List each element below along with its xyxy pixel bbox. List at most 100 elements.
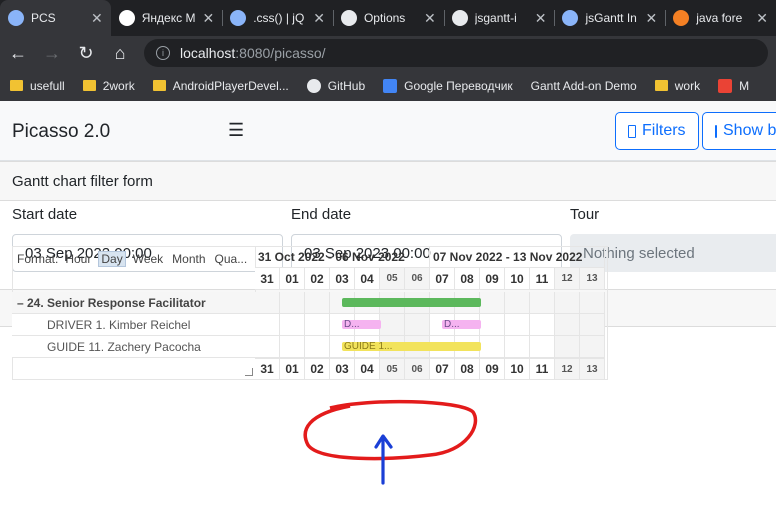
bookmark-item[interactable]: usefull [10, 79, 65, 93]
show-button-label: Show b [723, 122, 776, 139]
gantt-grid-cell [480, 314, 505, 336]
gantt-day-header: 13 [580, 268, 605, 290]
close-tab-icon[interactable]: ✕ [202, 10, 214, 27]
gantt-day-header: 08 [455, 268, 480, 290]
format-option-qua[interactable]: Qua... [213, 252, 250, 266]
gantt-task-bar[interactable]: GUIDE 1... [342, 342, 481, 351]
bookmark-label: Gantt Add-on Demo [530, 78, 637, 93]
gantt-grid-cell [555, 292, 580, 314]
close-tab-icon[interactable]: ✕ [756, 10, 768, 27]
gantt-grid-cell [305, 292, 330, 314]
gantt-day-header: 08 [455, 358, 480, 380]
browser-tab[interactable]: java fore ✕ [665, 0, 776, 36]
info-icon[interactable]: i [156, 46, 170, 60]
close-tab-icon[interactable]: ✕ [91, 10, 103, 27]
bookmark-label: GitHub [327, 78, 366, 93]
gantt-grid-cell [255, 314, 280, 336]
filters-button-label: Filters [642, 122, 686, 139]
gantt-week-header: 31 Oct 2022 - 06 Nov 2022 [255, 246, 430, 268]
format-option-hour[interactable]: Hour [63, 252, 93, 266]
back-icon[interactable]: ← [8, 43, 28, 64]
close-tab-icon[interactable]: ✕ [313, 10, 325, 27]
folder-icon [82, 80, 96, 91]
gantt-grid-cell [505, 336, 530, 358]
gantt-day-header: 05 [380, 268, 405, 290]
filter-icon [628, 124, 636, 138]
home-icon[interactable]: ⌂ [110, 43, 130, 64]
menu-icon[interactable]: ☰ [228, 120, 244, 141]
close-tab-icon[interactable]: ✕ [535, 10, 547, 27]
end-date-label: End date [291, 206, 352, 223]
browser-tab-title: .css() | jQ [253, 11, 305, 25]
github-icon [306, 78, 321, 93]
address-bar[interactable]: i localhost:8080/picasso/ [144, 39, 768, 67]
show-icon [715, 124, 717, 138]
bookmark-item[interactable]: 2work [82, 79, 135, 93]
bookmark-item[interactable]: work [654, 78, 701, 93]
close-tab-icon[interactable]: ✕ [424, 10, 436, 27]
gantt-grid-cell [480, 292, 505, 314]
gantt-task-bar[interactable] [342, 298, 481, 307]
gantt-grid-cell [530, 336, 555, 358]
gantt-day-header: 03 [330, 268, 355, 290]
gantt-chart: Format: Hour Day Week Month Qua... 31 Oct 2022… [12, 246, 608, 380]
gantt-week-header: 07 Nov 2022 - 13 Nov 2022 [430, 246, 605, 268]
format-option-week[interactable]: Week [131, 252, 165, 266]
app-brand[interactable]: Picasso 2.0 [12, 121, 110, 143]
gantt-day-header: 11 [530, 268, 555, 290]
gantt-day-header: 12 [555, 358, 580, 380]
gantt-grid-cell [280, 292, 305, 314]
filter-form-header: Gantt chart filter form [0, 161, 776, 201]
browser-tab[interactable]: Яндекс М ✕ [111, 0, 222, 36]
gantt-day-header: 06 [405, 268, 430, 290]
folder-icon [10, 80, 23, 91]
browser-tab-bar: PCS ✕ Яндекс М ✕ .css() | jQ ✕ Options ✕ jsgantt… [0, 0, 776, 36]
browser-tab[interactable]: jsGantt In ✕ [554, 0, 665, 36]
forward-icon[interactable]: → [42, 43, 62, 64]
format-label: Format: [17, 252, 59, 266]
gantt-row-label[interactable]: DRIVER 1. Kimber Reichel [12, 314, 255, 336]
bookmark-item[interactable]: Gantt Add-on Demo [531, 79, 637, 93]
close-tab-icon[interactable]: ✕ [646, 10, 658, 27]
gantt-grid-cell [555, 336, 580, 358]
browser-tab[interactable]: PCS ✕ [0, 0, 111, 36]
reload-icon[interactable]: ↻ [76, 43, 96, 64]
browser-tab[interactable]: .css() | jQ ✕ [222, 0, 333, 36]
gantt-resize-handle[interactable] [245, 368, 253, 376]
gantt-day-header: 07 [430, 268, 455, 290]
gantt-task-bar[interactable]: D... [342, 320, 381, 329]
browser-tab-title: Options [363, 11, 406, 25]
tour-label: Tour [570, 206, 600, 223]
format-option-month[interactable]: Month [170, 252, 207, 266]
browser-tab[interactable]: jsgantt-i ✕ [443, 0, 555, 36]
gantt-grid-cell [580, 292, 605, 314]
browser-tab-title: Яндекс М [141, 11, 196, 25]
globe-icon [562, 10, 579, 26]
bookmark-label: work [674, 78, 701, 93]
bookmark-item[interactable]: M [718, 78, 749, 93]
bookmark-item[interactable]: Google Переводчик [383, 78, 513, 93]
bookmark-item[interactable]: GitHub [306, 78, 366, 93]
gantt-format-bar: Format: Hour Day Week Month Qua... [17, 251, 250, 267]
gantt-day-header: 10 [505, 268, 530, 290]
gantt-grid-cell [530, 292, 555, 314]
gantt-day-header: 31 [255, 358, 280, 380]
gantt-row-label[interactable]: – 24. Senior Response Facilitator [12, 292, 255, 314]
folder-icon [654, 80, 668, 91]
format-option-day[interactable]: Day [98, 251, 126, 267]
show-button[interactable]: Show b [702, 112, 776, 150]
browser-tab-title: jsGantt In [585, 11, 637, 25]
gantt-row-label[interactable]: GUIDE 11. Zachery Pacocha [12, 336, 255, 358]
wave-icon [230, 10, 247, 26]
start-date-label: Start date [12, 206, 78, 223]
gantt-grid-cell [555, 314, 580, 336]
gantt-day-header: 09 [480, 268, 505, 290]
filters-button[interactable]: Filters [615, 112, 699, 150]
gantt-day-header: 04 [355, 358, 380, 380]
pause-icon [118, 10, 135, 26]
bookmark-item[interactable]: AndroidPlayerDevel... [152, 79, 289, 93]
gantt-day-header: 04 [355, 268, 380, 290]
browser-tab[interactable]: Options ✕ [332, 0, 444, 36]
gantt-grid-cell [305, 336, 330, 358]
gantt-task-bar[interactable]: D... [442, 320, 481, 329]
